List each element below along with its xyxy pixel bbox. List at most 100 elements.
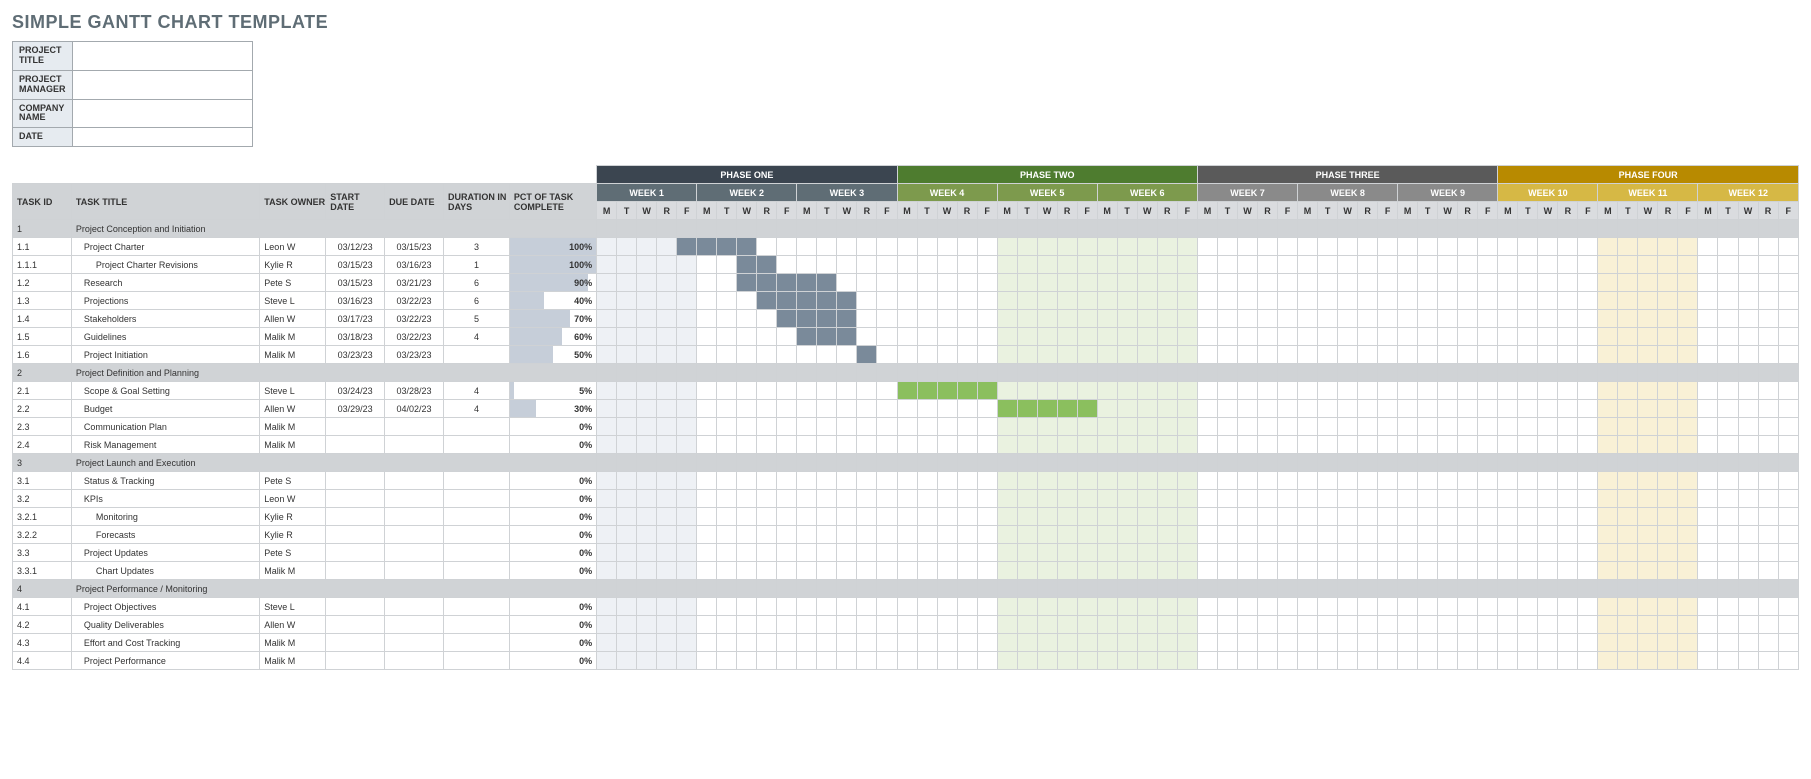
task-owner[interactable]: Malik M: [260, 328, 326, 346]
task-title[interactable]: Forecasts: [71, 526, 259, 544]
start-date[interactable]: [326, 490, 385, 508]
info-value[interactable]: [72, 99, 252, 128]
start-date[interactable]: [326, 652, 385, 670]
pct-complete[interactable]: 90%: [509, 274, 596, 292]
task-title[interactable]: Communication Plan: [71, 418, 259, 436]
task-owner[interactable]: Malik M: [260, 418, 326, 436]
pct-complete[interactable]: 0%: [509, 490, 596, 508]
due-date[interactable]: [385, 418, 444, 436]
start-date[interactable]: 03/15/23: [326, 274, 385, 292]
duration[interactable]: [443, 598, 509, 616]
due-date[interactable]: [385, 598, 444, 616]
task-owner[interactable]: Allen W: [260, 310, 326, 328]
duration[interactable]: [443, 508, 509, 526]
task-title[interactable]: Quality Deliverables: [71, 616, 259, 634]
pct-complete[interactable]: 0%: [509, 526, 596, 544]
task-owner[interactable]: Malik M: [260, 652, 326, 670]
due-date[interactable]: 03/21/23: [385, 274, 444, 292]
duration[interactable]: 4: [443, 328, 509, 346]
task-title[interactable]: Monitoring: [71, 508, 259, 526]
start-date[interactable]: [326, 562, 385, 580]
start-date[interactable]: 03/15/23: [326, 256, 385, 274]
pct-complete[interactable]: 0%: [509, 436, 596, 454]
pct-complete[interactable]: 5%: [509, 382, 596, 400]
task-title[interactable]: Risk Management: [71, 436, 259, 454]
task-owner[interactable]: Kylie R: [260, 256, 326, 274]
due-date[interactable]: [385, 508, 444, 526]
task-title[interactable]: Project Charter Revisions: [71, 256, 259, 274]
task-owner[interactable]: Pete S: [260, 274, 326, 292]
start-date[interactable]: [326, 436, 385, 454]
task-title[interactable]: Scope & Goal Setting: [71, 382, 259, 400]
task-owner[interactable]: Malik M: [260, 634, 326, 652]
start-date[interactable]: 03/23/23: [326, 346, 385, 364]
duration[interactable]: 3: [443, 238, 509, 256]
start-date[interactable]: [326, 634, 385, 652]
duration[interactable]: 6: [443, 292, 509, 310]
due-date[interactable]: [385, 526, 444, 544]
duration[interactable]: [443, 418, 509, 436]
duration[interactable]: 5: [443, 310, 509, 328]
pct-complete[interactable]: 40%: [509, 292, 596, 310]
due-date[interactable]: 04/02/23: [385, 400, 444, 418]
start-date[interactable]: [326, 508, 385, 526]
duration[interactable]: [443, 562, 509, 580]
task-title[interactable]: Effort and Cost Tracking: [71, 634, 259, 652]
due-date[interactable]: [385, 562, 444, 580]
pct-complete[interactable]: 0%: [509, 544, 596, 562]
due-date[interactable]: [385, 472, 444, 490]
start-date[interactable]: 03/16/23: [326, 292, 385, 310]
due-date[interactable]: [385, 544, 444, 562]
task-title[interactable]: Project Charter: [71, 238, 259, 256]
task-owner[interactable]: Kylie R: [260, 526, 326, 544]
due-date[interactable]: 03/15/23: [385, 238, 444, 256]
start-date[interactable]: 03/29/23: [326, 400, 385, 418]
pct-complete[interactable]: 30%: [509, 400, 596, 418]
due-date[interactable]: [385, 436, 444, 454]
task-title[interactable]: Projections: [71, 292, 259, 310]
task-title[interactable]: Status & Tracking: [71, 472, 259, 490]
start-date[interactable]: 03/24/23: [326, 382, 385, 400]
pct-complete[interactable]: 0%: [509, 562, 596, 580]
task-owner[interactable]: Steve L: [260, 382, 326, 400]
start-date[interactable]: [326, 598, 385, 616]
task-owner[interactable]: Allen W: [260, 616, 326, 634]
pct-complete[interactable]: 0%: [509, 472, 596, 490]
pct-complete[interactable]: 0%: [509, 616, 596, 634]
duration[interactable]: [443, 544, 509, 562]
duration[interactable]: [443, 616, 509, 634]
duration[interactable]: 4: [443, 382, 509, 400]
task-title[interactable]: Guidelines: [71, 328, 259, 346]
task-title[interactable]: Project Performance: [71, 652, 259, 670]
start-date[interactable]: [326, 418, 385, 436]
start-date[interactable]: [326, 544, 385, 562]
task-title[interactable]: Chart Updates: [71, 562, 259, 580]
task-title[interactable]: Budget: [71, 400, 259, 418]
task-owner[interactable]: Steve L: [260, 598, 326, 616]
task-owner[interactable]: Leon W: [260, 238, 326, 256]
pct-complete[interactable]: 70%: [509, 310, 596, 328]
start-date[interactable]: 03/12/23: [326, 238, 385, 256]
duration[interactable]: [443, 346, 509, 364]
task-owner[interactable]: Leon W: [260, 490, 326, 508]
duration[interactable]: [443, 436, 509, 454]
due-date[interactable]: 03/23/23: [385, 346, 444, 364]
due-date[interactable]: 03/28/23: [385, 382, 444, 400]
due-date[interactable]: [385, 490, 444, 508]
task-owner[interactable]: Steve L: [260, 292, 326, 310]
info-value[interactable]: [72, 128, 252, 147]
pct-complete[interactable]: 100%: [509, 256, 596, 274]
task-title[interactable]: Project Objectives: [71, 598, 259, 616]
task-owner[interactable]: Pete S: [260, 544, 326, 562]
task-title[interactable]: Project Updates: [71, 544, 259, 562]
task-owner[interactable]: Pete S: [260, 472, 326, 490]
pct-complete[interactable]: 0%: [509, 508, 596, 526]
pct-complete[interactable]: 0%: [509, 634, 596, 652]
duration[interactable]: [443, 634, 509, 652]
duration[interactable]: [443, 526, 509, 544]
duration[interactable]: [443, 652, 509, 670]
duration[interactable]: 6: [443, 274, 509, 292]
start-date[interactable]: [326, 526, 385, 544]
task-title[interactable]: Research: [71, 274, 259, 292]
task-title[interactable]: Stakeholders: [71, 310, 259, 328]
